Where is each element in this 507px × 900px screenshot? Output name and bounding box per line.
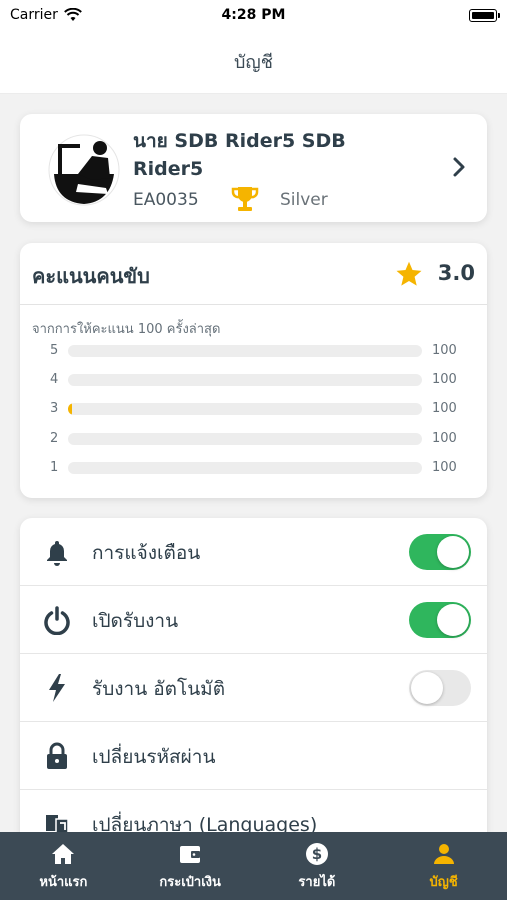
tab-bar: หน้าแรก กระเป๋าเงิน $ รายได้ บัญชี [0,832,507,900]
rating-bar-row: 5 100 [20,341,487,361]
power-icon [44,606,70,635]
tab-label: รายได้ [298,874,336,890]
profile-code: EA0035 [133,190,199,210]
toggle-knob [411,672,443,704]
bar-track [68,374,422,386]
tab-label: กระเป๋าเงิน [159,874,221,890]
chevron-right-icon [453,157,465,177]
tab-wallet[interactable]: กระเป๋าเงิน [127,832,254,900]
rating-subtitle: จากการให้คะแนน 100 ครั้งล่าสุด [32,322,221,337]
bar-count: 100 [432,343,457,358]
carrier-label: Carrier [10,7,58,23]
avatar [48,134,120,206]
bar-track [68,345,422,357]
accept-jobs-toggle[interactable] [409,602,471,638]
bar-count: 100 [432,460,457,475]
tab-account[interactable]: บัญชี [380,832,507,900]
bar-track [68,433,422,445]
rating-bar-row: 4 100 [20,370,487,390]
tab-label: หน้าแรก [39,874,88,890]
bar-count: 100 [432,372,457,387]
bar-star-label: 2 [50,431,59,446]
setting-label: รับงาน อัตโนมัติ [92,678,226,700]
tab-income[interactable]: $ รายได้ [254,832,381,900]
tab-home[interactable]: หน้าแรก [0,832,127,900]
setting-auto-accept[interactable]: รับงาน อัตโนมัติ [20,654,487,722]
rating-card: คะแนนคนขับ 3.0 จากการให้คะแนน 100 ครั้งล… [20,243,487,498]
bell-icon [47,541,67,566]
auto-accept-toggle[interactable] [409,670,471,706]
bar-star-label: 3 [50,401,59,416]
bar-star-label: 5 [50,343,59,358]
rating-bar-row: 2 100 [20,429,487,449]
tab-label: บัญชี [429,874,458,890]
toggle-knob [437,536,469,568]
notifications-toggle[interactable] [409,534,471,570]
bar-track [68,403,422,415]
bar-star-label: 1 [50,460,59,475]
profile-card[interactable]: นาย SDB Rider5 SDB Rider5 EA0035 Silver [20,114,487,222]
toggle-knob [437,604,469,636]
settings-card: การแจ้งเตือน เปิดรับงาน รับงาน อัตโนมัติ… [20,518,487,858]
home-icon [52,843,75,864]
bar-star-label: 4 [50,372,59,387]
svg-text:$: $ [312,845,322,863]
divider [20,304,487,305]
setting-label: เปลี่ยนรหัสผ่าน [92,746,216,768]
dollar-icon: $ [305,842,328,865]
star-icon [396,261,422,286]
tier-label: Silver [280,190,328,210]
rating-bar-row: 1 100 [20,458,487,478]
bar-count: 100 [432,431,457,446]
setting-label: เปิดรับงาน [92,610,179,632]
battery-icon [469,8,500,22]
bar-fill [68,403,73,415]
setting-change-password[interactable]: เปลี่ยนรหัสผ่าน [20,722,487,790]
setting-accept-jobs[interactable]: เปิดรับงาน [20,586,487,654]
setting-notifications[interactable]: การแจ้งเตือน [20,518,487,586]
profile-name: นาย SDB Rider5 SDB Rider5 [133,130,346,180]
setting-label: การแจ้งเตือน [92,542,201,564]
lock-icon [47,742,67,769]
person-icon [433,843,454,864]
page-title: บัญชี [0,30,507,94]
wallet-icon [180,845,201,863]
rating-score: 3.0 [437,261,475,285]
rating-title: คะแนนคนขับ [32,264,150,288]
wifi-icon [64,8,82,21]
lightning-icon [49,674,65,702]
bar-track [68,462,422,474]
bar-count: 100 [432,401,457,416]
status-bar: Carrier 4:28 PM [0,0,507,30]
trophy-icon [231,187,259,211]
rating-bar-row: 3 100 [20,399,487,419]
